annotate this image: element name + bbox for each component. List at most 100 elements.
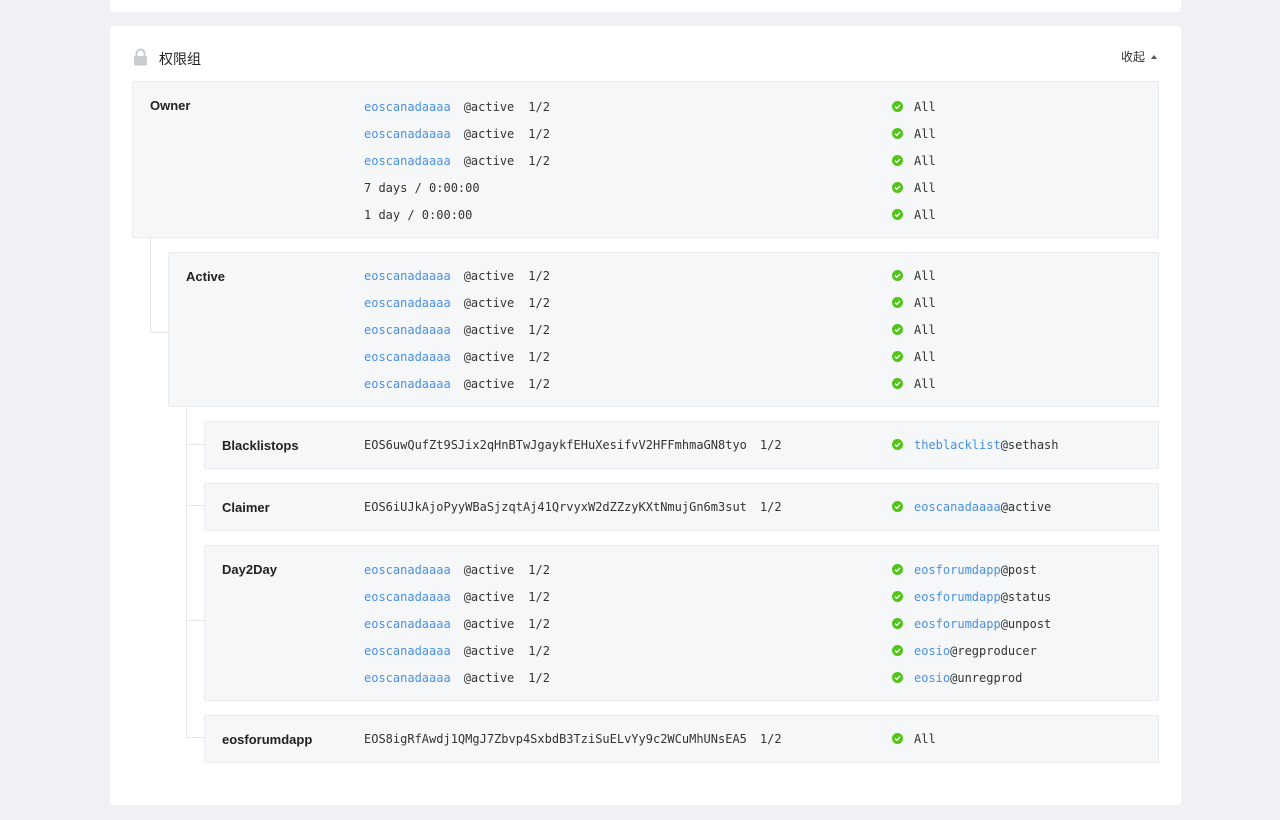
lock-icon (134, 48, 147, 66)
permission-ref: @active (463, 589, 515, 604)
contract-link[interactable]: theblacklist (914, 438, 1001, 452)
collapse-button[interactable]: 收起 (1121, 48, 1157, 65)
permission-name: Day2Day (222, 562, 277, 577)
account-link[interactable]: eoscanadaaaa (364, 350, 451, 364)
permission-name: eosforumdapp (222, 732, 313, 747)
permission-claimer: Claimer EOS6iUJkAjoPyyWBaSjzqtAj41QrvyxW… (204, 483, 1159, 531)
account-link[interactable]: eoscanadaaaa (364, 323, 451, 337)
linked-action-cell: eosforumdapp @status (892, 583, 1051, 610)
list-item: eoscanadaaaa @active 1/2 (364, 147, 550, 174)
linked-action-cell: eosforumdapp @unpost (892, 610, 1051, 637)
contract-link[interactable]: eosio (914, 644, 950, 658)
permission-name: Blacklistops (222, 438, 299, 453)
permission-name: Claimer (222, 500, 270, 515)
check-circle-icon (892, 672, 903, 683)
check-circle-icon (892, 182, 903, 193)
check-circle-icon (892, 645, 903, 656)
account-link[interactable]: eoscanadaaaa (364, 154, 451, 168)
weight: 1/2 (759, 437, 782, 452)
previous-card (110, 0, 1181, 12)
list-item: eoscanadaaaa @active 1/2 (364, 637, 550, 664)
contract-link[interactable]: eosforumdapp (914, 563, 1001, 577)
check-circle-icon (892, 128, 903, 139)
scope-cell: All (892, 370, 936, 397)
check-circle-icon (892, 324, 903, 335)
account-link[interactable]: eoscanadaaaa (364, 644, 451, 658)
permission-ref: @active (463, 153, 515, 168)
account-link[interactable]: eoscanadaaaa (364, 563, 451, 577)
check-circle-icon (892, 155, 903, 166)
linked-action-cell: eosio @regproducer (892, 637, 1037, 664)
permission-ref: @active (463, 268, 515, 283)
permissions-panel: 权限组 收起 Owner eoscanadaaaa @active 1/2 Al… (110, 26, 1181, 805)
collapse-label: 收起 (1120, 50, 1145, 64)
scope-cell: All (892, 174, 936, 201)
scope-cell: All (892, 120, 936, 147)
account-link[interactable]: eoscanadaaaa (364, 100, 451, 114)
list-item: 7 days / 0:00:00 (364, 174, 480, 201)
tree-connector-blacklistops (186, 408, 204, 445)
panel-title: 权限组 (159, 52, 201, 68)
list-item: eoscanadaaaa @active 1/2 (364, 664, 550, 691)
permission-ref: @active (463, 643, 515, 658)
list-item: eoscanadaaaa @active 1/2 (364, 370, 550, 397)
permission-owner: Owner eoscanadaaaa @active 1/2 All eosca… (132, 81, 1159, 238)
contract-link[interactable]: eosio (914, 671, 950, 685)
weight: 1/2 (528, 376, 550, 391)
tree-connector-claimer (186, 469, 204, 506)
scope-text: All (914, 180, 936, 195)
linked-action-cell: eosio @unregprod (892, 664, 1022, 691)
list-item: eoscanadaaaa @active 1/2 (364, 93, 550, 120)
weight: 1/2 (759, 499, 782, 514)
scope-cell: All (892, 262, 936, 289)
contract-link[interactable]: eoscanadaaaa (914, 500, 1001, 514)
weight: 1/2 (528, 322, 550, 337)
public-key: EOS6uwQufZt9SJix2qHnBTwJgaykfEHuXesifvV2… (364, 437, 747, 452)
scope-text: All (914, 126, 936, 141)
account-link[interactable]: eoscanadaaaa (364, 671, 451, 685)
action-name: @status (1000, 589, 1052, 604)
scope-text: All (914, 731, 936, 746)
list-item: eoscanadaaaa @active 1/2 (364, 316, 550, 343)
weight: 1/2 (528, 126, 550, 141)
contract-link[interactable]: eosforumdapp (914, 590, 1001, 604)
permission-active: Active eoscanadaaaa @active 1/2 All eosc… (168, 252, 1159, 407)
contract-link[interactable]: eosforumdapp (914, 617, 1001, 631)
check-circle-icon (892, 209, 903, 220)
check-circle-icon (892, 351, 903, 362)
weight: 1/2 (528, 153, 550, 168)
scope-text: All (914, 207, 936, 222)
check-circle-icon (892, 439, 903, 450)
scope-text: All (914, 349, 936, 364)
list-item: eoscanadaaaa @active 1/2 (364, 289, 550, 316)
tree-connector-eosforumdapp (186, 621, 204, 738)
scope-text: All (914, 99, 936, 114)
list-item: eoscanadaaaa @active 1/2 (364, 262, 550, 289)
list-item: eoscanadaaaa @active 1/2 (364, 556, 550, 583)
check-circle-icon (892, 101, 903, 112)
scope-cell: All (892, 725, 936, 752)
scope-cell: All (892, 147, 936, 174)
account-link[interactable]: eoscanadaaaa (364, 127, 451, 141)
weight: 1/2 (528, 670, 550, 685)
account-link[interactable]: eoscanadaaaa (364, 296, 451, 310)
list-item: eoscanadaaaa @active 1/2 (364, 343, 550, 370)
weight: 1/2 (528, 616, 550, 631)
permission-blacklistops: Blacklistops EOS6uwQufZt9SJix2qHnBTwJgay… (204, 421, 1159, 469)
account-link[interactable]: eoscanadaaaa (364, 269, 451, 283)
panel-header: 权限组 收起 (110, 26, 1181, 82)
scope-text: All (914, 376, 936, 391)
linked-action-cell: eosforumdapp @post (892, 556, 1037, 583)
permission-ref: @active (463, 376, 515, 391)
weight: 1/2 (528, 562, 550, 577)
account-link[interactable]: eoscanadaaaa (364, 590, 451, 604)
public-key: EOS6iUJkAjoPyyWBaSjzqtAj41QrvyxW2dZZzyKX… (364, 499, 747, 514)
account-link[interactable]: eoscanadaaaa (364, 377, 451, 391)
account-link[interactable]: eoscanadaaaa (364, 617, 451, 631)
check-circle-icon (892, 564, 903, 575)
permission-day2day: Day2Day eoscanadaaaa @active 1/2 eosforu… (204, 545, 1159, 701)
scope-text: All (914, 295, 936, 310)
scope-cell: All (892, 316, 936, 343)
check-circle-icon (892, 733, 903, 744)
scope-text: All (914, 268, 936, 283)
